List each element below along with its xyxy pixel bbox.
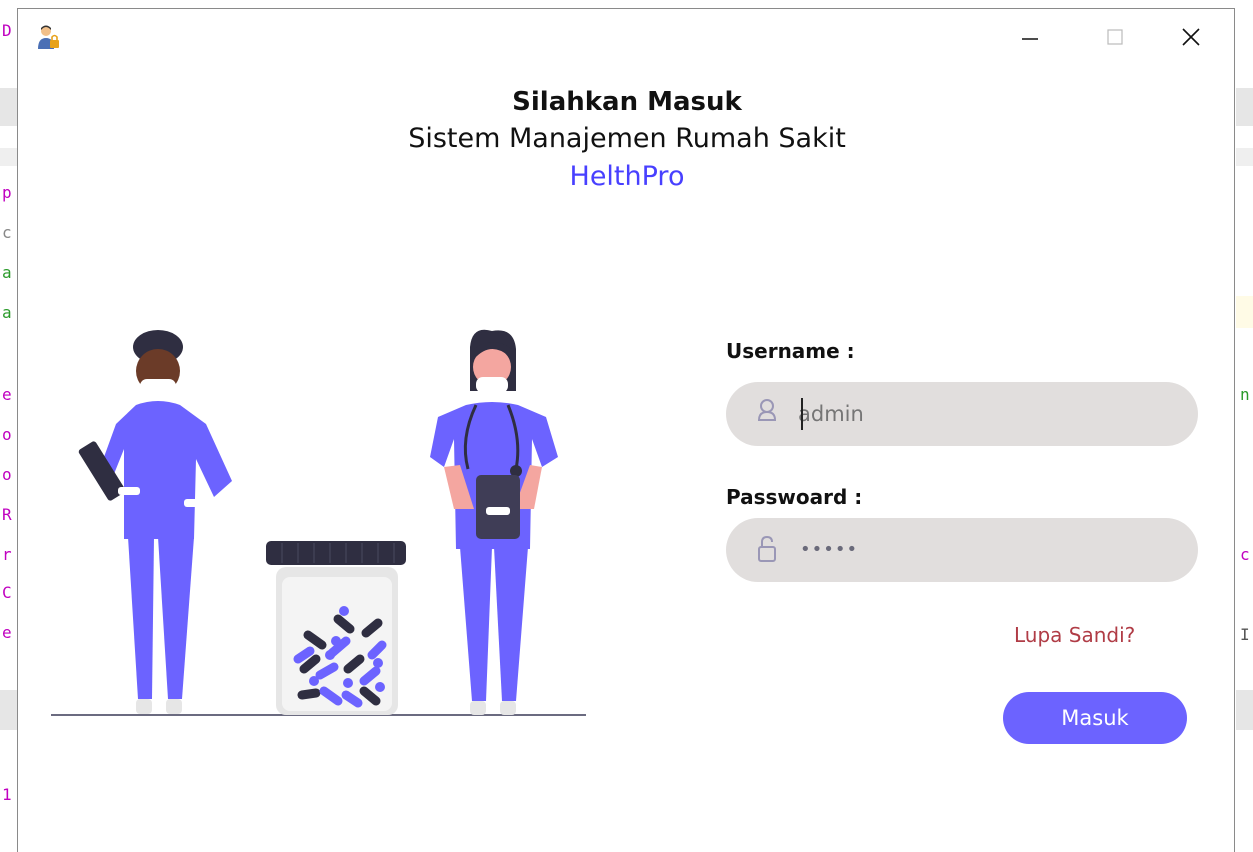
- forgot-password-link[interactable]: Lupa Sandi?: [1014, 623, 1135, 647]
- svg-text:I: I: [1240, 625, 1250, 644]
- svg-text:a: a: [2, 303, 12, 322]
- user-icon: [757, 399, 777, 421]
- svg-text:c: c: [2, 223, 12, 242]
- close-button[interactable]: [1168, 19, 1214, 55]
- username-input[interactable]: [798, 382, 1178, 446]
- right-doctor-figure: [430, 329, 558, 715]
- svg-text:r: r: [2, 545, 12, 564]
- login-button[interactable]: Masuk: [1003, 692, 1187, 744]
- text-caret: [801, 398, 803, 430]
- svg-text:o: o: [2, 465, 12, 484]
- pill-jar: [266, 541, 406, 715]
- login-window: Silahkan Masuk Sistem Manajemen Rumah Sa…: [17, 8, 1235, 852]
- maximize-button[interactable]: [1092, 19, 1138, 55]
- subtitle: Sistem Manajemen Rumah Sakit: [408, 123, 846, 154]
- svg-text:c: c: [1240, 545, 1250, 564]
- svg-text:e: e: [2, 385, 12, 404]
- password-field[interactable]: •••••: [726, 518, 1198, 582]
- svg-text:1: 1: [2, 785, 12, 804]
- username-label: Username :: [726, 339, 855, 363]
- svg-text:R: R: [2, 505, 12, 524]
- heading: Silahkan Masuk: [512, 87, 742, 117]
- username-field[interactable]: [726, 382, 1198, 446]
- doctor-lock-icon: [38, 25, 59, 49]
- minimize-icon: [1022, 38, 1038, 40]
- doctors-illustration: [51, 329, 586, 716]
- svg-text:o: o: [2, 425, 12, 444]
- svg-text:a: a: [2, 263, 12, 282]
- svg-text:C: C: [2, 583, 12, 602]
- svg-text:p: p: [2, 183, 12, 202]
- close-icon: [1182, 28, 1200, 46]
- password-label: Passwoard :: [726, 485, 863, 509]
- minimize-button[interactable]: [1007, 19, 1053, 55]
- svg-text:e: e: [2, 623, 12, 642]
- unlock-icon: [758, 535, 776, 562]
- svg-text:n: n: [1240, 385, 1250, 404]
- password-input[interactable]: •••••: [800, 539, 858, 560]
- brand-name: HelthPro: [569, 161, 685, 192]
- svg-text:D: D: [2, 21, 12, 40]
- maximize-icon: [1107, 29, 1123, 45]
- left-doctor-figure: [78, 330, 232, 714]
